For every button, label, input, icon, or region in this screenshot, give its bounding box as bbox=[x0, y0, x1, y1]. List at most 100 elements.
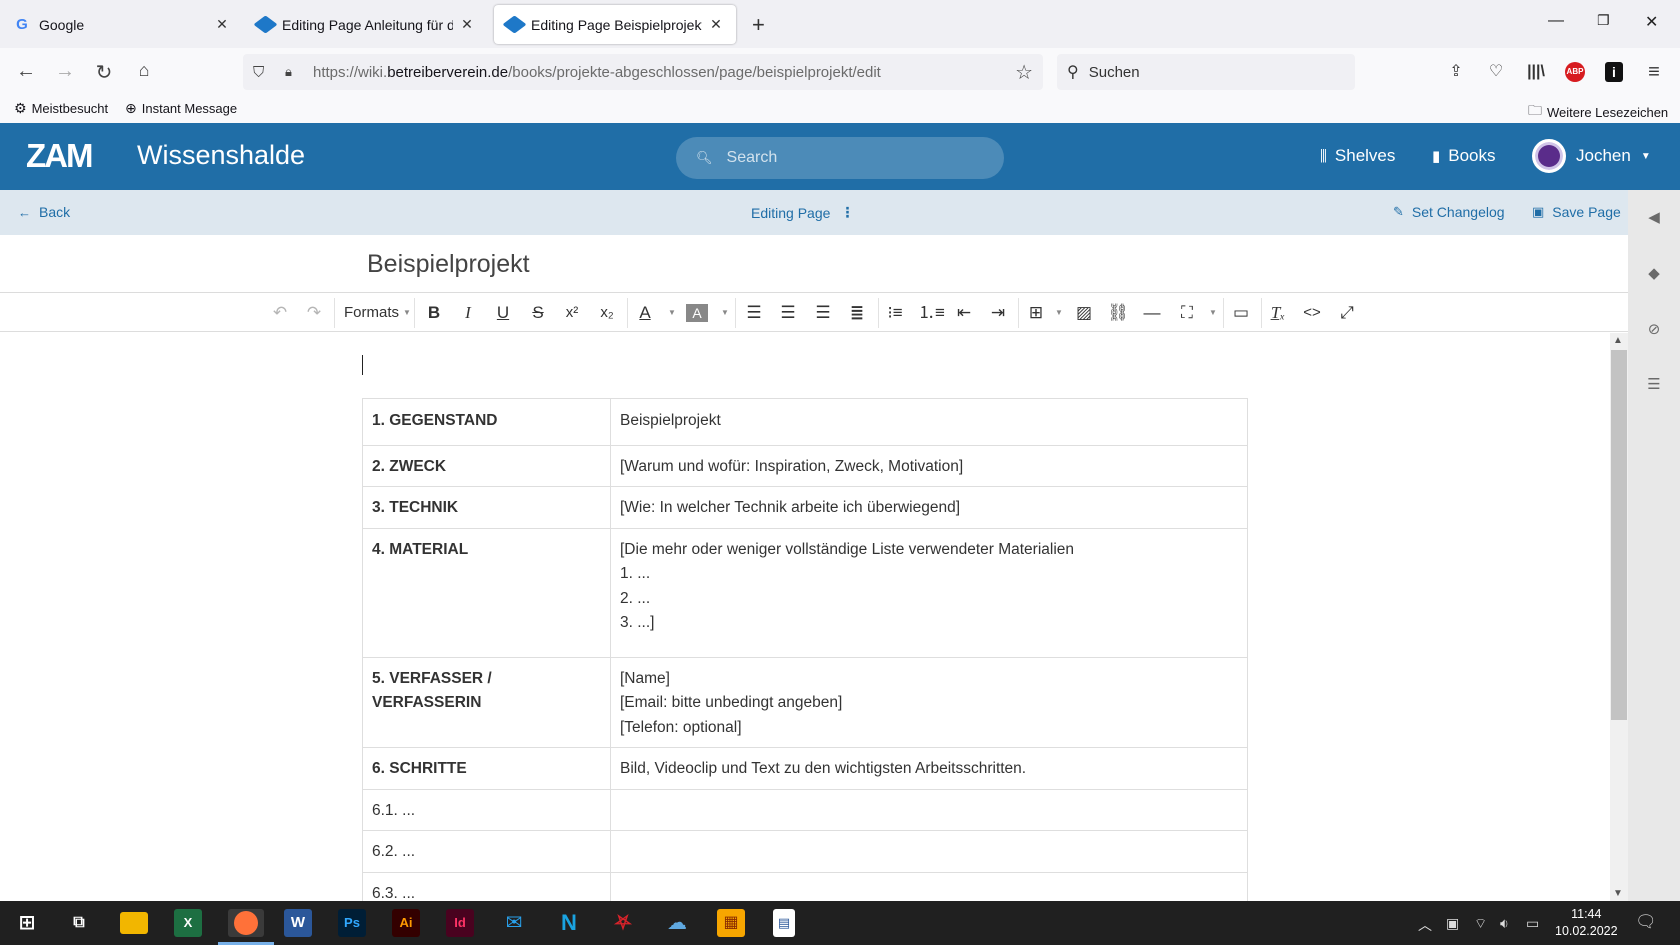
notification-icon[interactable]: 🗨︎ bbox=[1635, 912, 1657, 932]
table-icon[interactable]: ⊞ bbox=[1025, 302, 1047, 324]
fullscreen-icon[interactable]: ⤢ bbox=[1336, 302, 1358, 324]
other-bookmarks[interactable]: 🗀︎ Weitere Lesezeichen bbox=[1528, 100, 1668, 124]
grid-app-icon[interactable]: ▦ bbox=[717, 909, 745, 937]
formats-dropdown[interactable]: Formats ▼ bbox=[344, 302, 411, 324]
back-arrow-icon[interactable]: ← bbox=[14, 60, 38, 83]
templates-icon[interactable]: ☰ bbox=[1642, 373, 1666, 397]
row-value-cell[interactable] bbox=[610, 871, 1248, 901]
attachment-icon[interactable]: ⊘ bbox=[1642, 318, 1666, 342]
minimize-icon[interactable]: — bbox=[1548, 12, 1564, 30]
indent-icon[interactable]: ⇥ bbox=[987, 302, 1009, 324]
acrobat-icon[interactable]: ⛧ bbox=[609, 909, 637, 937]
superscript-icon[interactable]: x² bbox=[561, 302, 583, 324]
underline-icon[interactable]: U bbox=[492, 302, 514, 324]
row-value-cell[interactable]: [Wie: In welcher Technik arbeite ich übe… bbox=[610, 486, 1248, 529]
subscript-icon[interactable]: x₂ bbox=[596, 302, 618, 324]
outdent-icon[interactable]: ⇤ bbox=[953, 302, 975, 324]
tab-google[interactable]: G Google ✕ bbox=[2, 5, 242, 44]
row-key-cell[interactable]: 6.2. ... bbox=[362, 830, 611, 873]
tab-editing-anleitung[interactable]: Editing Page Anleitung für das l ✕ bbox=[245, 5, 487, 44]
row-key-cell[interactable]: 1. GEGENSTAND bbox=[362, 398, 611, 446]
numbered-list-icon[interactable]: ⒈≡ bbox=[918, 302, 945, 324]
nav-shelves[interactable]: ⫼ Shelves bbox=[1320, 146, 1395, 166]
volume-icon[interactable]: 🔉︎ bbox=[1500, 915, 1509, 932]
close-tab-icon[interactable]: ✕ bbox=[214, 16, 230, 33]
table-row[interactable]: 1. GEGENSTAND Beispielprojekt bbox=[362, 398, 1248, 446]
image-icon[interactable]: ▨ bbox=[1073, 302, 1095, 324]
menu-icon[interactable]: ≡ bbox=[1643, 61, 1665, 83]
nav-books[interactable]: ▮ Books bbox=[1432, 146, 1496, 166]
row-key-cell[interactable]: 6. SCHRITTE bbox=[362, 747, 611, 790]
caret-down-icon[interactable]: ▼ bbox=[1048, 302, 1070, 324]
redo-icon[interactable]: ↷ bbox=[303, 302, 325, 324]
home-icon[interactable]: ⌂ bbox=[132, 60, 156, 81]
table-row[interactable]: 2. ZWECK [Warum und wofür: Inspiration, Z… bbox=[362, 444, 1248, 487]
excel-icon[interactable]: X bbox=[174, 909, 202, 937]
media-icon[interactable]: ⛶ bbox=[1176, 302, 1198, 324]
pocket-icon[interactable]: ♡ bbox=[1485, 61, 1507, 83]
document-app-icon[interactable]: ▤ bbox=[773, 909, 795, 937]
word-icon[interactable]: W bbox=[284, 909, 312, 937]
library-icon[interactable]: |||\ bbox=[1525, 61, 1547, 83]
reload-icon[interactable]: ↻ bbox=[92, 60, 116, 85]
caret-down-icon[interactable]: ▼ bbox=[1202, 302, 1224, 324]
bookmark-meistbesucht[interactable]: ⚙ Meistbesucht bbox=[14, 100, 108, 117]
align-left-icon[interactable]: ☰ bbox=[743, 302, 765, 324]
close-window-icon[interactable]: ✕ bbox=[1645, 12, 1658, 32]
photoshop-icon[interactable]: Ps bbox=[338, 909, 366, 937]
file-explorer-icon[interactable] bbox=[120, 912, 148, 934]
align-justify-icon[interactable]: ≣ bbox=[846, 302, 868, 324]
row-value-cell[interactable] bbox=[610, 788, 1248, 831]
strikethrough-icon[interactable]: S bbox=[527, 302, 549, 324]
user-menu[interactable]: Jochen ▼ bbox=[1532, 139, 1651, 173]
horizontal-rule-icon[interactable]: — bbox=[1141, 302, 1163, 324]
bookmark-instant-message[interactable]: ⊕ Instant Message bbox=[125, 100, 237, 117]
project-table[interactable]: 1. GEGENSTAND Beispielprojekt 2. ZWECK [War… bbox=[362, 398, 1248, 901]
app-name[interactable]: Wissenshalde bbox=[137, 140, 305, 171]
row-key-cell[interactable]: 2. ZWECK bbox=[362, 444, 611, 487]
row-key-cell[interactable]: 6.3. ... bbox=[362, 871, 611, 901]
wifi-icon[interactable]: ⌔ bbox=[1474, 915, 1487, 933]
indesign-icon[interactable]: Id bbox=[446, 909, 474, 937]
page-title-input[interactable]: Beispielprojekt bbox=[367, 250, 530, 279]
caret-down-icon[interactable]: ▼ bbox=[714, 302, 736, 324]
close-tab-icon[interactable]: ✕ bbox=[708, 16, 724, 33]
bookmark-star-icon[interactable]: ☆ bbox=[1015, 60, 1033, 85]
background-color-icon[interactable]: A bbox=[686, 304, 708, 322]
scroll-thumb[interactable] bbox=[1611, 350, 1627, 720]
editor-content[interactable]: 1. GEGENSTAND Beispielprojekt 2. ZWECK [War… bbox=[0, 333, 1610, 901]
info-extension-icon[interactable]: i bbox=[1605, 62, 1623, 82]
row-key-cell[interactable]: 3. TECHNIK bbox=[362, 486, 611, 529]
scroll-up-icon[interactable]: ▲ bbox=[1613, 335, 1623, 346]
thunderbird-icon[interactable]: ✉ bbox=[500, 909, 528, 937]
close-tab-icon[interactable]: ✕ bbox=[459, 16, 475, 33]
url-bar[interactable]: ⛉ 🔒︎ https://wiki.betreiberverein.de/boo… bbox=[243, 54, 1043, 90]
source-code-icon[interactable]: <> bbox=[1301, 302, 1323, 324]
tag-icon[interactable]: ◆ bbox=[1642, 262, 1666, 286]
clock[interactable]: 11:44 10.02.2022 bbox=[1555, 906, 1618, 940]
illustrator-icon[interactable]: Ai bbox=[392, 909, 420, 937]
table-row[interactable]: 6. SCHRITTE Bild, Videoclip und Text zu d… bbox=[362, 747, 1248, 790]
align-center-icon[interactable]: ☰ bbox=[777, 302, 799, 324]
link-icon[interactable]: ⛓ bbox=[1107, 302, 1129, 324]
italic-icon[interactable]: I bbox=[457, 302, 479, 324]
bold-icon[interactable]: B bbox=[423, 302, 445, 324]
windows-start-icon[interactable]: ⊞ bbox=[13, 909, 41, 937]
cloud-app-icon[interactable]: ☁ bbox=[663, 909, 691, 937]
new-tab-button[interactable]: + bbox=[752, 12, 765, 38]
tab-editing-beispielprojekt[interactable]: Editing Page Beispielprojekt | W ✕ bbox=[494, 5, 736, 44]
row-value-cell[interactable] bbox=[610, 830, 1248, 873]
back-link[interactable]: ← Back bbox=[18, 204, 70, 220]
forward-arrow-icon[interactable]: → bbox=[53, 60, 77, 83]
save-to-pocket-icon[interactable]: ⇪ bbox=[1445, 61, 1467, 83]
text-color-icon[interactable]: A bbox=[634, 302, 656, 324]
align-right-icon[interactable]: ☰ bbox=[812, 302, 834, 324]
app-search-input[interactable]: 🔍︎ Search bbox=[676, 137, 1004, 179]
app-logo[interactable]: ZAM bbox=[26, 139, 93, 172]
row-key-cell[interactable]: 5. VERFASSER / VERFASSERIN bbox=[362, 656, 611, 748]
tray-expand-icon[interactable]: ︿ bbox=[1418, 915, 1432, 935]
save-page-button[interactable]: ▣ Save Page bbox=[1532, 204, 1621, 220]
bullet-list-icon[interactable]: ⁝≡ bbox=[884, 302, 906, 324]
row-key-cell[interactable]: 4. MATERIAL bbox=[362, 527, 611, 658]
row-key-cell[interactable]: 6.1. ... bbox=[362, 788, 611, 831]
